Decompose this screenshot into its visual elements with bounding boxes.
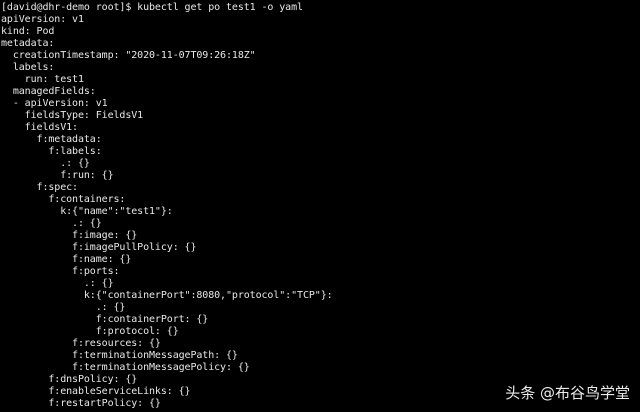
terminal-line: f:restartPolicy: {}	[1, 398, 161, 409]
terminal-line: fieldsV1:	[1, 122, 78, 133]
terminal-line: f:containerPort: {}	[1, 314, 209, 325]
terminal-line: k:{"containerPort":8080,"protocol":"TCP"…	[1, 290, 333, 301]
terminal-line: fieldsType: FieldsV1	[1, 110, 144, 121]
terminal-line: labels:	[1, 62, 55, 73]
terminal-line: f:metadata:	[1, 134, 102, 145]
terminal-line: f:image: {}	[1, 230, 138, 241]
terminal-line: apiVersion: v1	[1, 14, 84, 25]
terminal-line: .: {}	[1, 218, 102, 229]
terminal-line: run: test1	[1, 74, 84, 85]
terminal-line: f:name: {}	[1, 254, 132, 265]
terminal-line: .: {}	[1, 158, 90, 169]
terminal-line: [david@dhr-demo root]$ kubectl get po te…	[1, 2, 303, 13]
terminal-line: f:labels:	[1, 146, 102, 157]
terminal-line: f:enableServiceLinks: {}	[1, 386, 191, 397]
terminal-line: f:run: {}	[1, 170, 114, 181]
terminal-line: f:spec:	[1, 182, 79, 193]
terminal-line: f:containers:	[1, 194, 126, 205]
terminal-line: f:resources: {}	[1, 338, 161, 349]
terminal-line: f:dnsPolicy: {}	[1, 374, 138, 385]
terminal-line: k:{"name":"test1"}:	[1, 206, 173, 217]
terminal-line: f:ports:	[1, 266, 120, 277]
terminal-line: managedFields:	[1, 86, 96, 97]
terminal-line: kind: Pod	[1, 26, 55, 37]
terminal-line: f:terminationMessagePolicy: {}	[1, 362, 250, 373]
terminal-line: - apiVersion: v1	[1, 98, 108, 109]
watermark-text: 头条 @布谷鸟学堂	[505, 383, 630, 402]
terminal-line: f:terminationMessagePath: {}	[1, 350, 238, 361]
terminal-line: .: {}	[1, 278, 114, 289]
terminal-line: metadata:	[1, 38, 55, 49]
terminal-line: f:imagePullPolicy: {}	[1, 242, 197, 253]
terminal-line: f:protocol: {}	[1, 326, 179, 337]
terminal-line: .: {}	[1, 302, 126, 313]
terminal-line: creationTimestamp: "2020-11-07T09:26:18Z…	[1, 50, 256, 61]
terminal-window[interactable]: [david@dhr-demo root]$ kubectl get po te…	[0, 0, 640, 412]
